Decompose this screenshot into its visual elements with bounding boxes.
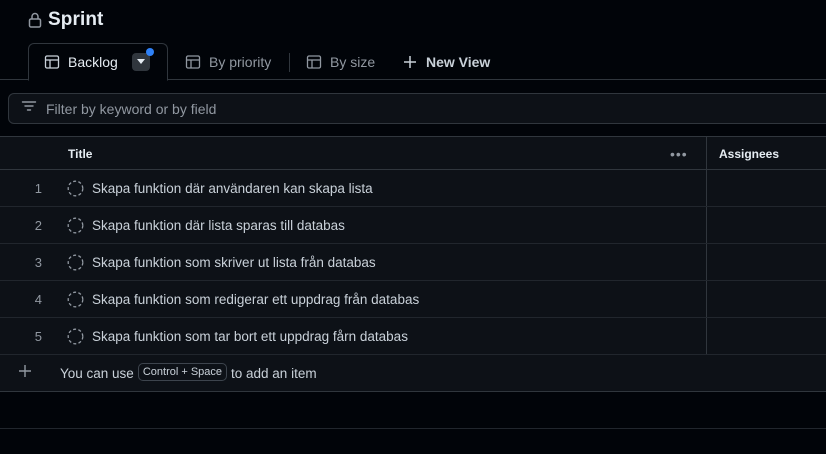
plus-icon	[402, 54, 418, 70]
tab-by-priority[interactable]: By priority	[185, 43, 271, 80]
tab-options-button[interactable]	[131, 48, 154, 71]
item-title[interactable]: Skapa funktion som redigerar ett uppdrag…	[92, 292, 419, 307]
project-title: Sprint	[48, 9, 104, 30]
row-number: 3	[34, 255, 42, 270]
tab-label: By size	[330, 53, 376, 70]
draft-issue-icon	[67, 254, 84, 271]
project-view: Sprint Backlog By priority By size New V…	[0, 0, 826, 454]
column-header-title[interactable]: Title	[68, 147, 92, 161]
tab-backlog[interactable]: Backlog	[28, 43, 168, 81]
plus-icon[interactable]	[17, 363, 33, 379]
unsaved-indicator	[145, 48, 154, 56]
tab-divider	[289, 53, 290, 72]
lock-icon	[28, 12, 42, 28]
row-number: 1	[34, 181, 42, 196]
filter-bar	[8, 93, 826, 124]
tab-by-size[interactable]: By size	[306, 43, 375, 80]
add-item-hint: You can use Control + Space to add an it…	[60, 363, 317, 381]
tab-label: Backlog	[68, 54, 118, 70]
column-header-assignees[interactable]: Assignees	[719, 147, 779, 161]
table-header: Title ••• Assignees	[0, 137, 826, 170]
draft-issue-icon	[67, 180, 84, 197]
draft-issue-icon	[67, 291, 84, 308]
divider	[0, 428, 826, 429]
table-row[interactable]: 3 Skapa funktion som skriver ut lista fr…	[0, 244, 826, 281]
add-item-prefix: You can use	[60, 366, 134, 381]
row-number: 5	[34, 329, 42, 344]
project-header: Sprint	[28, 7, 104, 33]
cell-divider	[706, 281, 707, 317]
table-icon	[44, 54, 60, 70]
draft-issue-icon	[67, 217, 84, 234]
table-row[interactable]: 1 Skapa funktion där användaren kan skap…	[0, 170, 826, 207]
column-resize-handle[interactable]	[706, 137, 707, 169]
items-table: Title ••• Assignees 1 Skapa funktion där…	[0, 136, 826, 392]
item-title[interactable]: Skapa funktion som tar bort ett uppdrag …	[92, 329, 408, 344]
filter-input[interactable]	[46, 100, 546, 117]
new-view-button[interactable]: New View	[402, 43, 490, 80]
item-title[interactable]: Skapa funktion där lista sparas till dat…	[92, 218, 345, 233]
row-number: 4	[34, 292, 42, 307]
table-row[interactable]: 5 Skapa funktion som tar bort ett uppdra…	[0, 318, 826, 355]
draft-issue-icon	[67, 328, 84, 345]
cell-divider	[706, 170, 707, 206]
table-row[interactable]: 4 Skapa funktion som redigerar ett uppdr…	[0, 281, 826, 318]
table-row[interactable]: 2 Skapa funktion där lista sparas till d…	[0, 207, 826, 244]
add-item-suffix: to add an item	[231, 366, 317, 381]
tab-label: By priority	[209, 53, 272, 70]
cell-divider	[706, 318, 707, 354]
table-icon	[306, 54, 322, 70]
filter-icon	[21, 98, 37, 119]
caret-down-icon	[136, 59, 145, 64]
cell-divider	[706, 244, 707, 280]
new-view-label: New View	[426, 53, 491, 70]
table-icon	[185, 54, 201, 70]
item-title[interactable]: Skapa funktion som skriver ut lista från…	[92, 255, 376, 270]
keyboard-shortcut: Control + Space	[137, 363, 228, 381]
view-tabs: Backlog By priority By size New View	[0, 43, 826, 81]
add-item-row[interactable]: You can use Control + Space to add an it…	[0, 355, 826, 392]
row-number: 2	[34, 218, 42, 233]
column-menu-button[interactable]: •••	[670, 146, 688, 162]
item-title[interactable]: Skapa funktion där användaren kan skapa …	[92, 181, 373, 196]
cell-divider	[706, 207, 707, 243]
